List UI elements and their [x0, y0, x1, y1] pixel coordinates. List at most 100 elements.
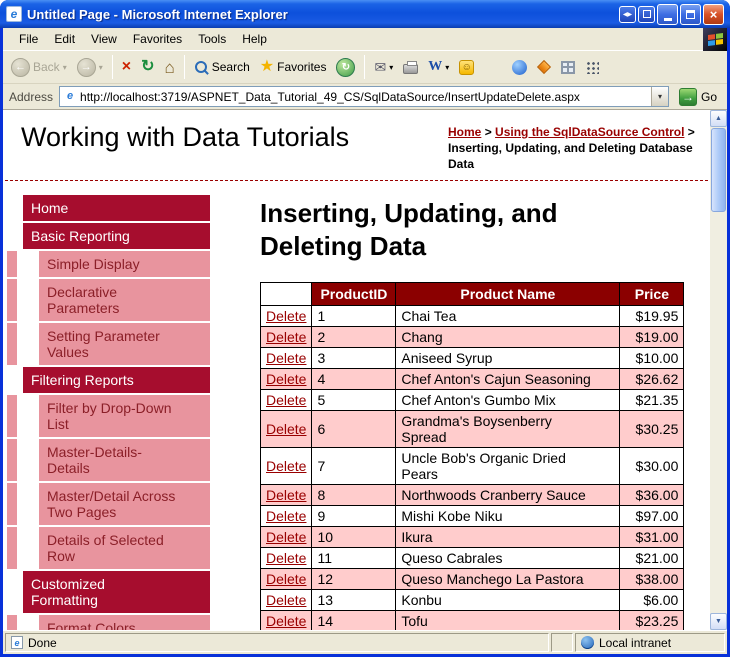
delete-cell: Delete: [259, 484, 313, 507]
media-button[interactable]: [508, 58, 531, 77]
product-name-cell: Queso Cabrales: [395, 547, 621, 570]
breadcrumb-link-home[interactable]: Home: [448, 125, 481, 139]
maximize-button[interactable]: [680, 3, 701, 25]
menu-edit[interactable]: Edit: [46, 29, 83, 49]
refresh-button[interactable]: ↻: [137, 57, 158, 77]
toolbar-separator: [183, 55, 185, 79]
scroll-up-button[interactable]: ▲: [710, 110, 727, 127]
home-button[interactable]: ⌂: [160, 57, 178, 78]
tiles-button[interactable]: [581, 58, 603, 76]
mail-button[interactable]: ✉ ▾: [370, 58, 397, 76]
menu-file[interactable]: File: [11, 29, 46, 49]
sidebar-item-master-details-details[interactable]: Master-Details- Details: [7, 439, 210, 482]
history-icon: ↻: [336, 57, 356, 77]
delete-cell: Delete: [259, 368, 313, 391]
scrollbar-thumb[interactable]: [711, 128, 726, 212]
delete-link[interactable]: Delete: [266, 571, 306, 587]
word-edit-icon: W: [428, 59, 443, 74]
address-input[interactable]: [77, 87, 651, 106]
page-ie-icon: e: [63, 89, 78, 104]
sidebar-item-basic-reporting[interactable]: Basic Reporting: [23, 223, 210, 250]
header-product-name: Product Name: [395, 282, 621, 307]
forward-button[interactable]: → ▾: [73, 56, 107, 79]
title-bar[interactable]: e Untitled Page - Microsoft Internet Exp…: [0, 0, 730, 28]
close-button[interactable]: ×: [703, 3, 724, 25]
zone-text: Local intranet: [599, 635, 672, 650]
scrollbar-track[interactable]: [710, 213, 727, 613]
sidebar-item-filtering-reports[interactable]: Filtering Reports: [23, 367, 210, 394]
back-button[interactable]: ← Back ▾: [7, 56, 71, 79]
scroll-down-button[interactable]: ▼: [710, 613, 727, 630]
header-product-id: ProductID: [311, 282, 397, 307]
back-dropdown-icon: ▾: [62, 62, 67, 72]
minimize-button[interactable]: [657, 3, 678, 25]
delete-link[interactable]: Delete: [266, 458, 306, 474]
sidebar-item-master-detail-across-two-pages[interactable]: Master/Detail Across Two Pages: [7, 483, 210, 526]
forward-dropdown-icon: ▾: [98, 62, 103, 72]
product-name-cell: Chef Anton's Cajun Seasoning: [395, 368, 621, 391]
search-button[interactable]: Search: [190, 58, 254, 77]
product-id-cell: 8: [311, 484, 397, 507]
delete-link[interactable]: Delete: [266, 371, 306, 387]
product-name-cell: Northwoods Cranberry Sauce: [395, 484, 621, 507]
delete-link[interactable]: Delete: [266, 350, 306, 366]
status-text: Done: [28, 635, 57, 650]
table-row: Delete 12 Queso Manchego La Pastora $38.…: [259, 568, 685, 591]
delete-link[interactable]: Delete: [266, 508, 306, 524]
menu-help[interactable]: Help: [234, 29, 275, 49]
delete-link[interactable]: Delete: [266, 592, 306, 608]
menu-tools[interactable]: Tools: [190, 29, 234, 49]
product-name-cell: Aniseed Syrup: [395, 347, 621, 370]
delete-link[interactable]: Delete: [266, 308, 306, 324]
messenger-button[interactable]: ☺: [455, 58, 478, 77]
sidebar-item-customized-formatting[interactable]: Customized Formatting: [23, 571, 210, 614]
sites-button[interactable]: [557, 59, 579, 76]
window-title: Untitled Page - Microsoft Internet Explo…: [27, 6, 288, 22]
back-label: Back: [33, 60, 60, 74]
messenger-icon: ☺: [459, 59, 475, 75]
building-icon: [561, 60, 576, 74]
favorites-button[interactable]: ★ Favorites: [256, 57, 331, 77]
table-row: Delete 6 Grandma's Boysenberry Spread $3…: [259, 410, 685, 449]
product-name-cell: Grandma's Boysenberry Spread: [395, 410, 621, 449]
print-button[interactable]: [399, 58, 422, 76]
delete-link[interactable]: Delete: [266, 487, 306, 503]
product-id-cell: 6: [311, 410, 397, 449]
product-id-cell: 13: [311, 589, 397, 612]
toolbar-separator: [364, 55, 366, 79]
product-id-cell: 11: [311, 547, 397, 570]
address-label: Address: [9, 89, 54, 104]
sidebar-item-home[interactable]: Home: [23, 195, 210, 222]
menu-favorites[interactable]: Favorites: [125, 29, 190, 49]
delete-link[interactable]: Delete: [266, 550, 306, 566]
table-row: Delete 2 Chang $19.00: [259, 326, 685, 349]
address-dropdown-button[interactable]: ▾: [650, 87, 668, 106]
menu-view[interactable]: View: [83, 29, 125, 49]
sidebar-item-details-of-selected-row[interactable]: Details of Selected Row: [7, 527, 210, 570]
minimize-icon: [663, 17, 672, 21]
delete-link[interactable]: Delete: [266, 329, 306, 345]
sidebar-item-simple-display[interactable]: Simple Display: [7, 251, 210, 278]
vertical-scrollbar[interactable]: ▲ ▼: [710, 110, 727, 630]
title-arrows-button[interactable]: ◀▶: [619, 5, 636, 23]
breadcrumb-link-sqldatasource[interactable]: Using the SqlDataSource Control: [495, 125, 684, 139]
delete-link[interactable]: Delete: [266, 421, 306, 437]
sidebar-item-declarative-parameters[interactable]: Declarative Parameters: [7, 279, 210, 322]
product-name-cell: Ikura: [395, 526, 621, 549]
title-window-button[interactable]: [638, 5, 655, 23]
go-button[interactable]: → Go: [675, 87, 721, 106]
edit-button[interactable]: W ▾: [424, 57, 453, 77]
stop-button[interactable]: ×: [118, 57, 135, 77]
product-id-cell: 2: [311, 326, 397, 349]
delete-link[interactable]: Delete: [266, 529, 306, 545]
breadcrumb-separator: >: [687, 125, 695, 139]
sidebar-item-setting-parameter-values[interactable]: Setting Parameter Values: [7, 323, 210, 366]
down-arrow-icon: ▼: [715, 618, 722, 625]
delete-link[interactable]: Delete: [266, 613, 306, 629]
sidebar-item-format-colors[interactable]: Format Colors: [7, 615, 210, 630]
go-arrow-icon: →: [678, 87, 697, 106]
research-button[interactable]: [533, 58, 555, 76]
delete-link[interactable]: Delete: [266, 392, 306, 408]
sidebar-item-filter-by-drop-down-list[interactable]: Filter by Drop-Down List: [7, 395, 210, 438]
history-button[interactable]: ↻: [332, 56, 359, 79]
